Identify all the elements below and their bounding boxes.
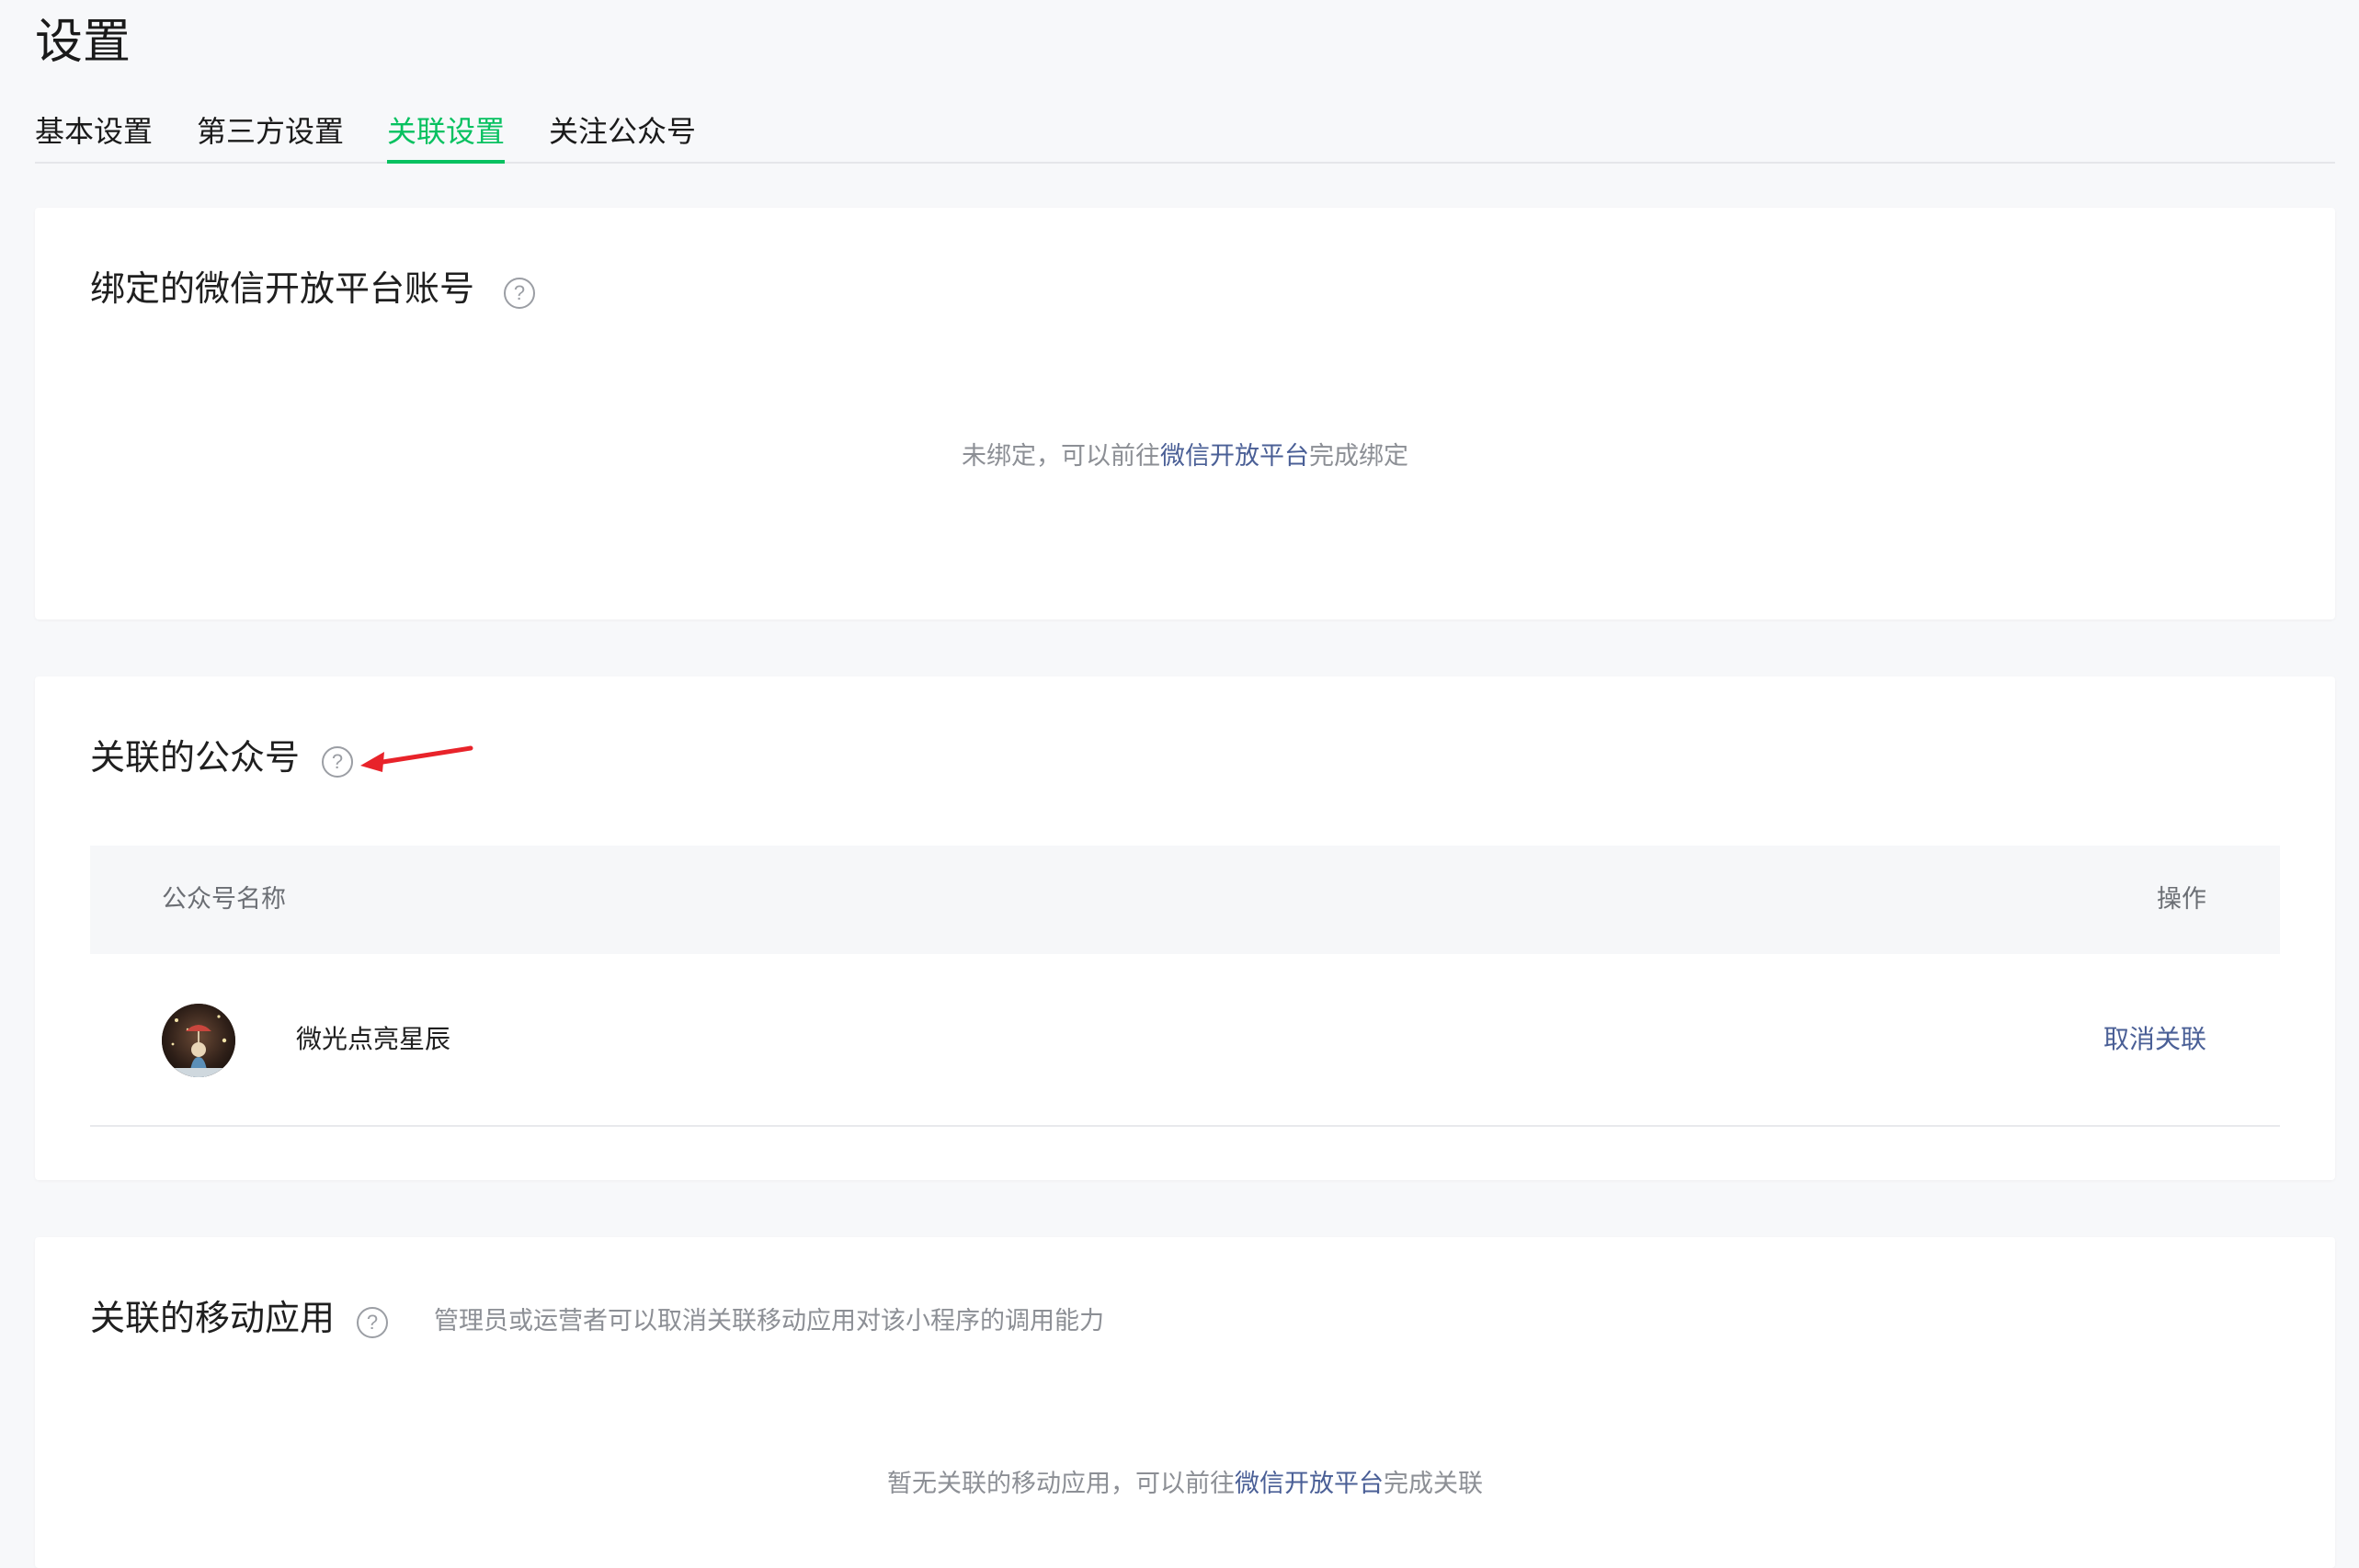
- tab-third-party-settings[interactable]: 第三方设置: [197, 103, 344, 162]
- page-title: 设置: [35, 15, 131, 70]
- empty-text-prefix: 未绑定，可以前往: [962, 442, 1160, 471]
- tab-basic-settings[interactable]: 基本设置: [35, 103, 153, 162]
- tab-association-settings[interactable]: 关联设置: [387, 103, 506, 164]
- open-platform-empty-text: 未绑定，可以前往微信开放平台完成绑定: [35, 436, 2335, 472]
- question-circle-icon[interactable]: ?: [357, 1307, 388, 1338]
- settings-page: 设置 基本设置 第三方设置 关联设置 关注公众号 绑定的微信开放平台账号 ? 未…: [0, 0, 2359, 1568]
- open-platform-title: 绑定的微信开放平台账号: [90, 268, 475, 309]
- settings-tabs: 基本设置 第三方设置 关联设置 关注公众号: [35, 103, 2335, 164]
- open-platform-card: 绑定的微信开放平台账号 ? 未绑定，可以前往微信开放平台完成绑定: [35, 208, 2335, 619]
- open-platform-link[interactable]: 微信开放平台: [1160, 442, 1309, 471]
- mobile-apps-title: 关联的移动应用: [90, 1298, 336, 1338]
- empty-text-suffix: 完成绑定: [1309, 442, 1408, 471]
- tab-follow-official-account[interactable]: 关注公众号: [549, 103, 696, 162]
- mobile-apps-card: 关联的移动应用 ? 管理员或运营者可以取消关联移动应用对该小程序的调用能力 暂无…: [35, 1237, 2335, 1568]
- empty-text-suffix: 完成关联: [1384, 1470, 1483, 1498]
- table-row: 微光点亮星辰 取消关联: [90, 954, 2280, 1127]
- official-account-name: 微光点亮星辰: [296, 1024, 451, 1054]
- open-platform-link[interactable]: 微信开放平台: [1235, 1470, 1384, 1498]
- annotation-arrow-icon: [360, 745, 473, 772]
- question-circle-icon[interactable]: ?: [504, 278, 535, 309]
- unlink-button[interactable]: 取消关联: [2103, 954, 2206, 1125]
- avatar: [162, 1004, 235, 1077]
- table-header: 公众号名称 操作: [90, 846, 2280, 954]
- mobile-apps-empty-text: 暂无关联的移动应用，可以前往微信开放平台完成关联: [35, 1463, 2335, 1499]
- empty-text-prefix: 暂无关联的移动应用，可以前往: [887, 1470, 1235, 1498]
- question-circle-icon[interactable]: ?: [322, 746, 353, 778]
- column-header-actions: 操作: [2157, 885, 2206, 914]
- avatar-image: [162, 1004, 235, 1077]
- column-header-account-name: 公众号名称: [162, 885, 286, 914]
- official-accounts-title: 关联的公众号: [90, 737, 301, 778]
- mobile-apps-description: 管理员或运营者可以取消关联移动应用对该小程序的调用能力: [434, 1307, 1104, 1335]
